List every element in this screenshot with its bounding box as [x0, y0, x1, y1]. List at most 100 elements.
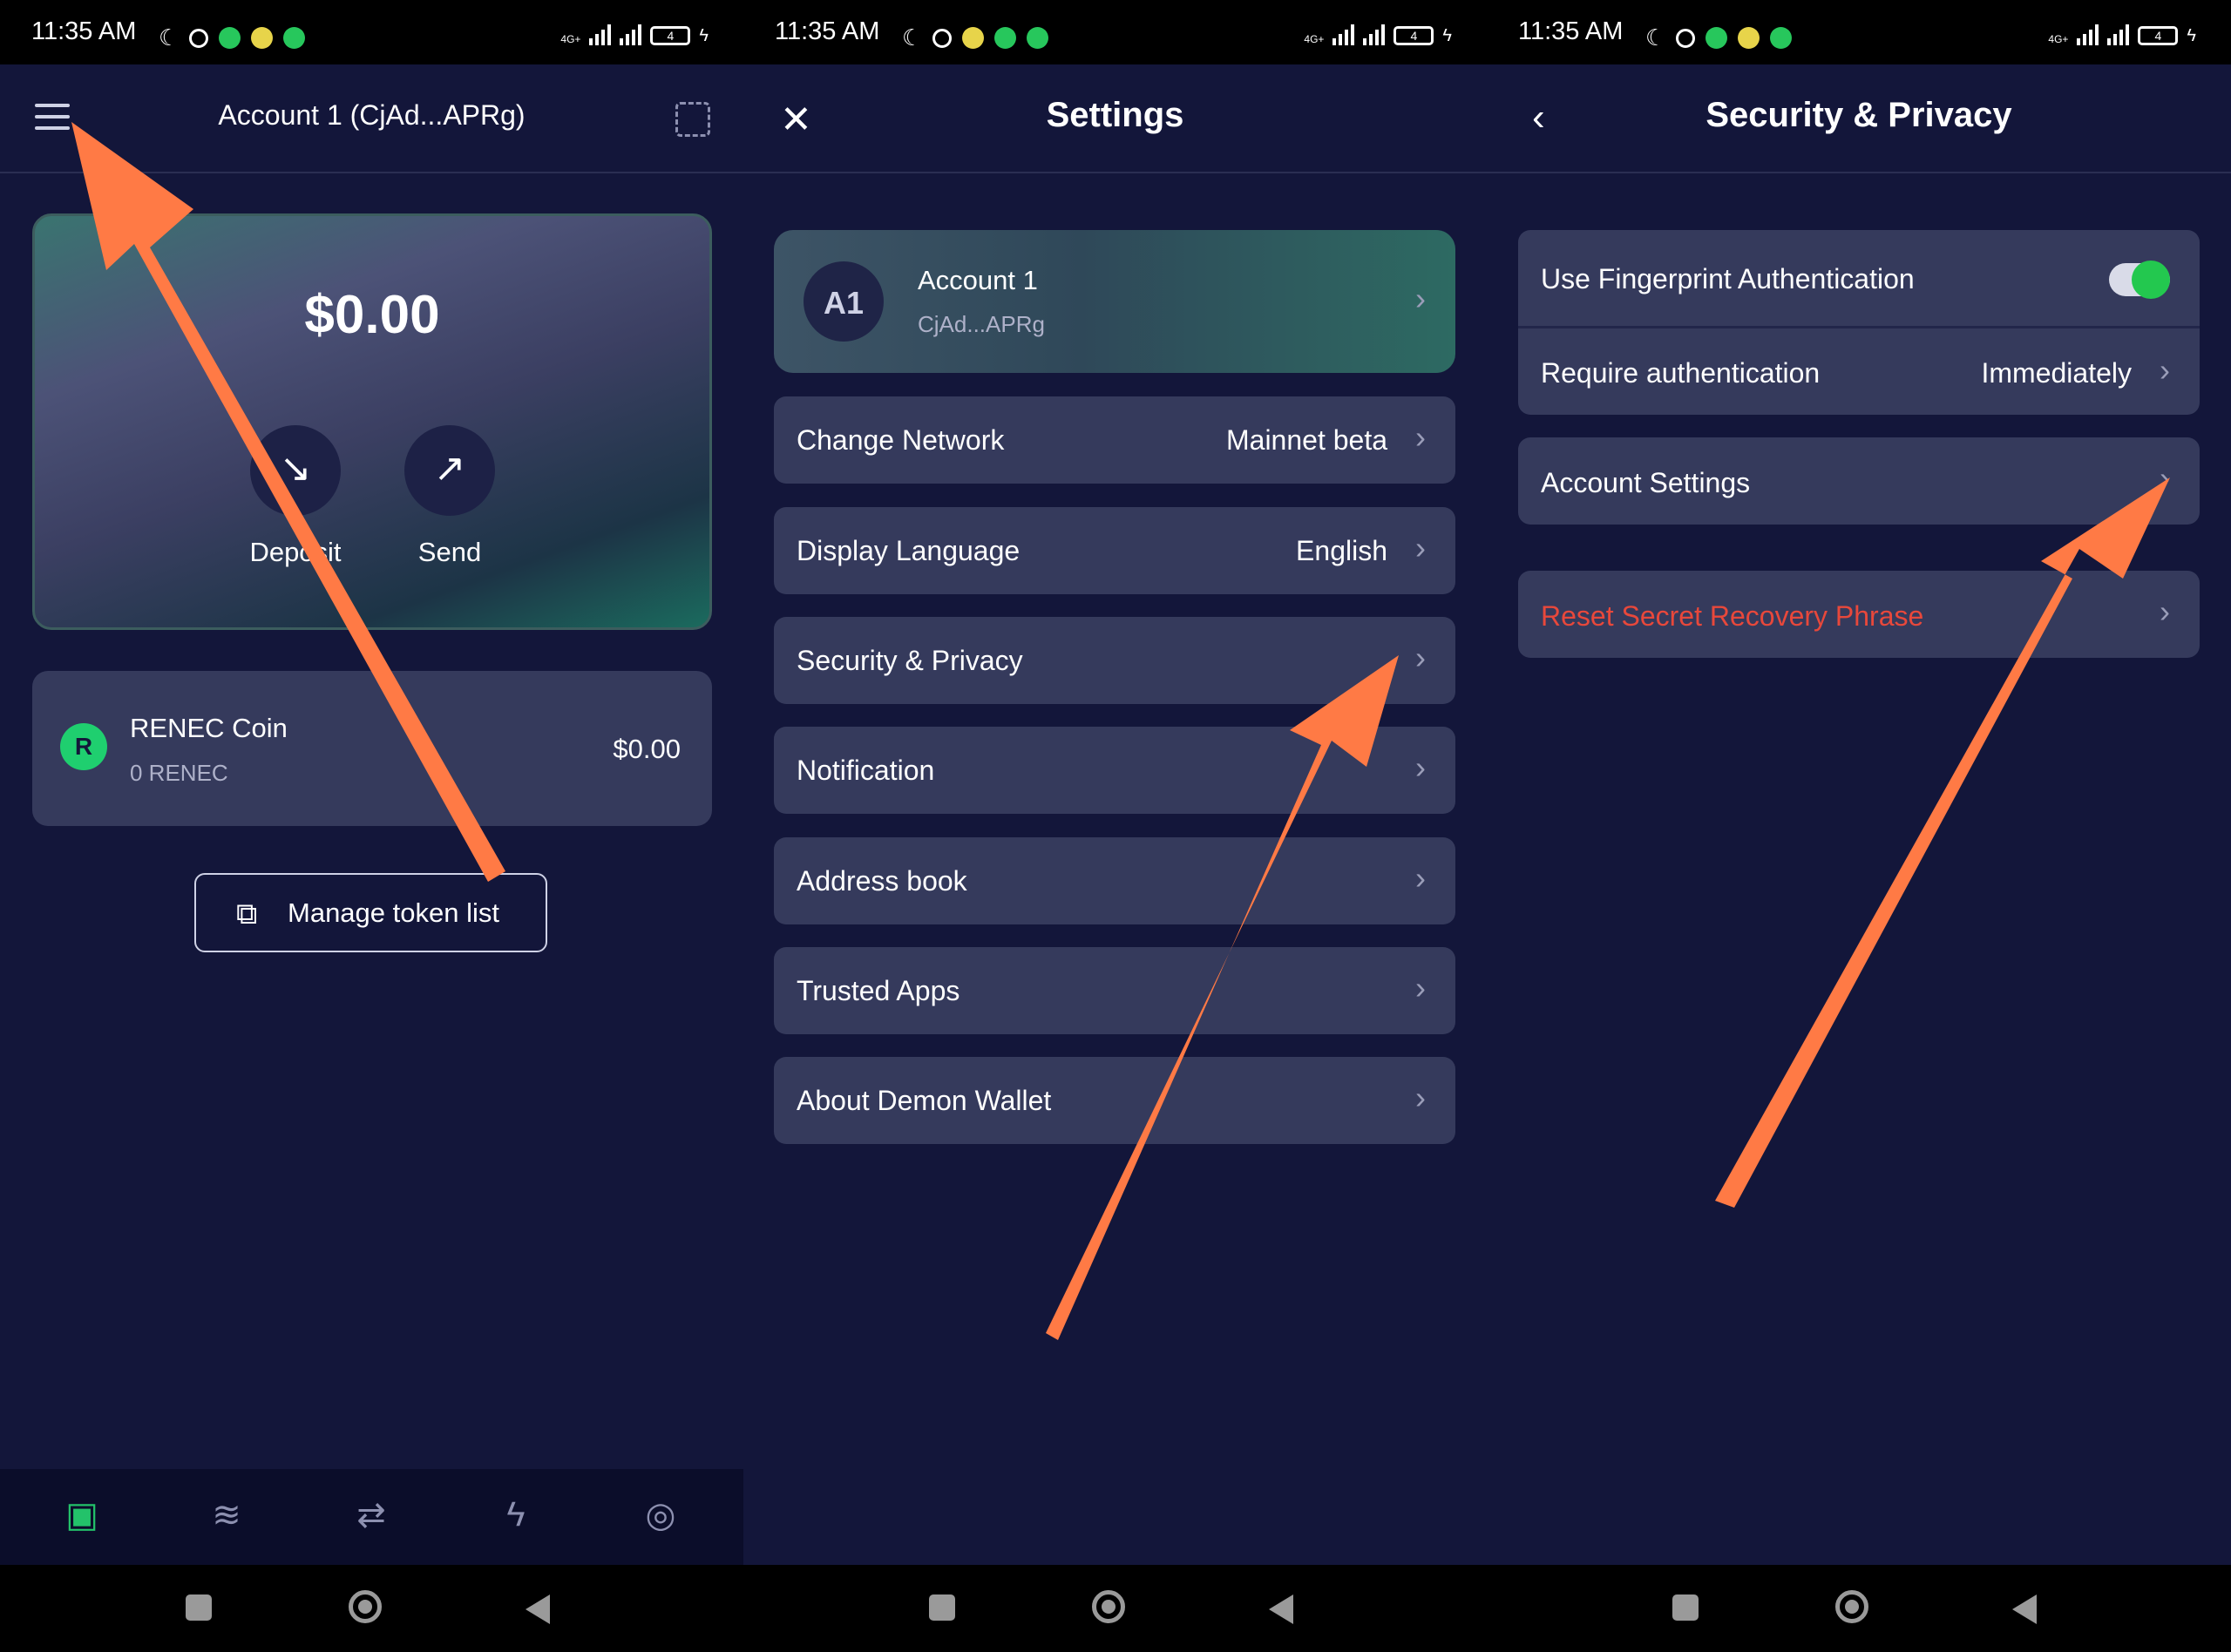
- account-settings-label: Account Settings: [1541, 467, 1751, 498]
- token-row-renec[interactable]: R RENEC Coin 0 RENEC $0.00: [32, 671, 712, 826]
- back-button[interactable]: [1269, 1594, 1293, 1624]
- token-list-icon: ⧉: [236, 897, 258, 931]
- android-nav-bar: [743, 1565, 1487, 1652]
- fingerprint-row[interactable]: Use Fingerprint Authentication: [1518, 234, 2200, 321]
- token-name: RENEC Coin: [130, 713, 288, 743]
- status-bar: 11:35 AM ☾ 4G+ 4 ϟ: [1487, 0, 2231, 64]
- status-bar: 11:35 AM ☾ 4G+ 4 ϟ: [743, 0, 1487, 64]
- account-card[interactable]: A1 Account 1 CjAd...APRg ›: [774, 230, 1455, 373]
- settings-item-security-privacy[interactable]: Security & Privacy ›: [774, 617, 1455, 704]
- charging-icon: ϟ: [699, 26, 709, 45]
- reset-recovery-phrase-label: Reset Secret Recovery Phrase: [1541, 600, 1924, 632]
- wallet-header: Account 1 (CjAd...APRg): [0, 64, 743, 173]
- fingerprint-toggle[interactable]: [2109, 261, 2170, 299]
- recents-button[interactable]: [929, 1594, 955, 1621]
- deposit-label: Deposit: [249, 537, 342, 567]
- back-button[interactable]: [2012, 1594, 2037, 1624]
- renec-logo-icon: R: [60, 723, 107, 770]
- settings-item-label: Trusted Apps: [797, 975, 960, 1006]
- battery-icon: 4: [650, 26, 691, 45]
- status-notification-icons: ☾: [159, 24, 306, 51]
- swap-tab-icon[interactable]: ⇄: [345, 1495, 397, 1535]
- chevron-right-icon: ›: [1415, 281, 1426, 316]
- security-privacy-screen: 11:35 AM ☾ 4G+ 4 ϟ ‹ Security & Privacy …: [1487, 0, 2231, 1652]
- battery-icon: 4: [1394, 26, 1434, 45]
- battery-icon: 4: [2138, 26, 2179, 45]
- status-notification-icons: ☾: [902, 24, 1049, 51]
- wallet-tab-icon[interactable]: ▣: [56, 1495, 108, 1535]
- bolt-tab-icon[interactable]: ϟ: [490, 1495, 542, 1534]
- moon-icon: ☾: [902, 24, 923, 51]
- back-button[interactable]: [526, 1594, 550, 1624]
- chevron-right-icon: ›: [1415, 860, 1426, 896]
- deposit-button[interactable]: ↘: [250, 425, 341, 516]
- send-icon: ↗: [433, 447, 466, 490]
- send-button[interactable]: ↗: [404, 425, 495, 516]
- signal-icon: [2107, 23, 2130, 45]
- settings-item-display-language[interactable]: Display Language English ›: [774, 507, 1455, 594]
- network-type: 4G+: [560, 33, 581, 45]
- settings-item-label: Change Network: [797, 424, 1005, 456]
- chevron-right-icon: ›: [2160, 352, 2170, 388]
- account-address: CjAd...APRg: [918, 311, 1045, 337]
- account-title[interactable]: Account 1 (CjAd...APRg): [0, 99, 743, 132]
- settings-item-change-network[interactable]: Change Network Mainnet beta ›: [774, 396, 1455, 484]
- recents-button[interactable]: [1672, 1594, 1699, 1621]
- alarm-icon: [1676, 28, 1696, 48]
- network-type: 4G+: [2048, 33, 2069, 45]
- stack-tab-icon[interactable]: ≋: [200, 1495, 253, 1535]
- globe-tab-icon[interactable]: ◎: [634, 1495, 687, 1535]
- fingerprint-label: Use Fingerprint Authentication: [1541, 263, 1915, 295]
- token-amount: 0 RENEC: [130, 760, 228, 786]
- home-button[interactable]: [1835, 1590, 1868, 1623]
- alarm-icon: [932, 28, 953, 48]
- page-title: Settings: [1046, 96, 1184, 134]
- app-notification-icon: [219, 27, 241, 49]
- send-label: Send: [417, 537, 482, 567]
- qr-scan-icon[interactable]: [675, 102, 710, 137]
- settings-header: ✕ Settings: [743, 64, 1487, 173]
- chevron-right-icon: ›: [1415, 970, 1426, 1005]
- require-auth-label: Require authentication: [1541, 357, 1821, 389]
- settings-item-notification[interactable]: Notification ›: [774, 727, 1455, 814]
- status-system-icons: 4G+ 4 ϟ: [2048, 23, 2196, 45]
- chevron-right-icon: ›: [2160, 593, 2170, 629]
- status-system-icons: 4G+ 4 ϟ: [1304, 23, 1452, 45]
- balance-amount: $0.00: [304, 285, 440, 345]
- require-auth-row[interactable]: Require authentication Immediately ›: [1518, 328, 2200, 415]
- settings-item-label: Display Language: [797, 535, 1021, 566]
- wallet-screen: 11:35 AM ☾ 4G+ 4 ϟ Account 1 (CjAd...APR…: [0, 0, 743, 1652]
- page-title: Security & Privacy: [1705, 96, 2012, 134]
- app-notification-icon: [994, 27, 1017, 49]
- app-notification-icon: [283, 27, 306, 49]
- manage-token-list-label: Manage token list: [288, 897, 499, 928]
- settings-item-value: Mainnet beta: [1225, 424, 1387, 456]
- require-auth-value: Immediately: [1981, 357, 2133, 389]
- bottom-tab-bar: ▣ ≋ ⇄ ϟ ◎: [0, 1469, 743, 1565]
- account-name: Account 1: [918, 265, 1038, 295]
- settings-item-about[interactable]: About Demon Wallet ›: [774, 1057, 1455, 1144]
- chevron-right-icon: ›: [1415, 749, 1426, 785]
- chevron-right-icon: ›: [1415, 1080, 1426, 1115]
- settings-item-address-book[interactable]: Address book ›: [774, 837, 1455, 924]
- account-settings-row[interactable]: Account Settings ›: [1518, 437, 2200, 525]
- settings-item-label: Address book: [797, 865, 967, 897]
- app-notification-icon: [1705, 27, 1728, 49]
- app-notification-icon: [1738, 27, 1760, 49]
- chevron-right-icon: ›: [1415, 530, 1426, 565]
- avatar: A1: [804, 261, 884, 342]
- manage-token-list-button[interactable]: ⧉ Manage token list: [194, 873, 547, 952]
- settings-item-value: English: [1296, 535, 1387, 566]
- reset-recovery-phrase-row[interactable]: Reset Secret Recovery Phrase ›: [1518, 571, 2200, 658]
- charging-icon: ϟ: [2187, 26, 2196, 45]
- app-notification-icon: [962, 27, 985, 49]
- network-type: 4G+: [1304, 33, 1325, 45]
- recents-button[interactable]: [186, 1594, 212, 1621]
- app-notification-icon: [1770, 27, 1793, 49]
- home-button[interactable]: [1092, 1590, 1125, 1623]
- home-button[interactable]: [349, 1590, 382, 1623]
- auth-settings-group: Use Fingerprint Authentication Require a…: [1518, 230, 2200, 415]
- signal-icon: [620, 23, 642, 45]
- signal-icon: [1363, 23, 1386, 45]
- settings-item-trusted-apps[interactable]: Trusted Apps ›: [774, 947, 1455, 1034]
